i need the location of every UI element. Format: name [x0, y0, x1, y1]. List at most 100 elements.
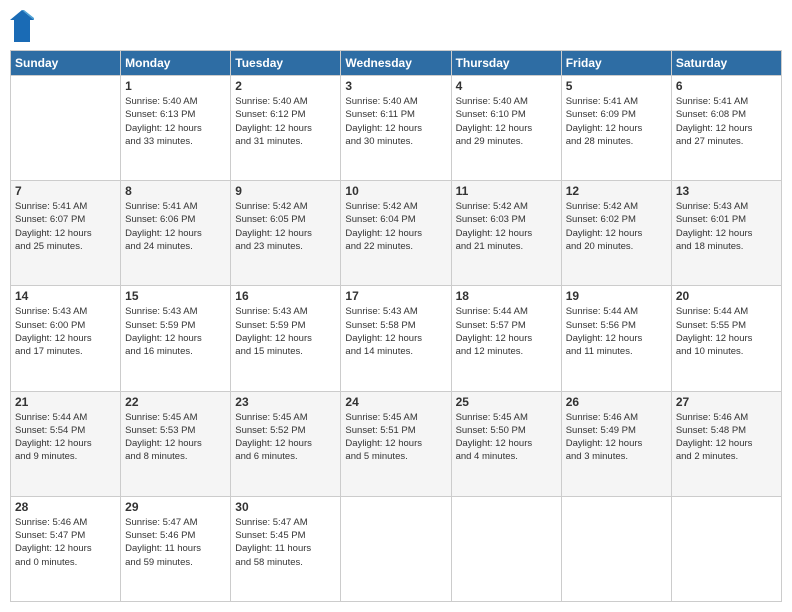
- day-number: 15: [125, 289, 226, 303]
- calendar-cell: 5 Sunrise: 5:41 AM Sunset: 6:09 PM Daylig…: [561, 76, 671, 181]
- calendar-cell: 23 Sunrise: 5:45 AM Sunset: 5:52 PM Dayli…: [231, 391, 341, 496]
- calendar-cell: 7 Sunrise: 5:41 AM Sunset: 6:07 PM Daylig…: [11, 181, 121, 286]
- day-info: Sunrise: 5:46 AM Sunset: 5:48 PM Dayligh…: [676, 411, 777, 464]
- page-header: [10, 10, 782, 42]
- calendar-cell: 28 Sunrise: 5:46 AM Sunset: 5:47 PM Dayli…: [11, 496, 121, 601]
- weekday-header-monday: Monday: [121, 51, 231, 76]
- day-number: 12: [566, 184, 667, 198]
- calendar-cell: 1 Sunrise: 5:40 AM Sunset: 6:13 PM Daylig…: [121, 76, 231, 181]
- day-info: Sunrise: 5:41 AM Sunset: 6:08 PM Dayligh…: [676, 95, 777, 148]
- day-info: Sunrise: 5:42 AM Sunset: 6:05 PM Dayligh…: [235, 200, 336, 253]
- calendar-cell: 13 Sunrise: 5:43 AM Sunset: 6:01 PM Dayli…: [671, 181, 781, 286]
- calendar-cell: 10 Sunrise: 5:42 AM Sunset: 6:04 PM Dayli…: [341, 181, 451, 286]
- calendar-cell: 6 Sunrise: 5:41 AM Sunset: 6:08 PM Daylig…: [671, 76, 781, 181]
- calendar-cell: [341, 496, 451, 601]
- day-number: 6: [676, 79, 777, 93]
- day-number: 20: [676, 289, 777, 303]
- day-info: Sunrise: 5:43 AM Sunset: 6:01 PM Dayligh…: [676, 200, 777, 253]
- day-number: 1: [125, 79, 226, 93]
- calendar-cell: 29 Sunrise: 5:47 AM Sunset: 5:46 PM Dayli…: [121, 496, 231, 601]
- weekday-header-friday: Friday: [561, 51, 671, 76]
- calendar-cell: 20 Sunrise: 5:44 AM Sunset: 5:55 PM Dayli…: [671, 286, 781, 391]
- calendar-cell: 14Sunrise: 5:43 AM Sunset: 6:00 PM Dayli…: [11, 286, 121, 391]
- calendar-cell: 16 Sunrise: 5:43 AM Sunset: 5:59 PM Dayli…: [231, 286, 341, 391]
- calendar-cell: [561, 496, 671, 601]
- day-info: Sunrise: 5:40 AM Sunset: 6:13 PM Dayligh…: [125, 95, 226, 148]
- day-number: 7: [15, 184, 116, 198]
- calendar-week-3: 14Sunrise: 5:43 AM Sunset: 6:00 PM Dayli…: [11, 286, 782, 391]
- day-info: Sunrise: 5:42 AM Sunset: 6:04 PM Dayligh…: [345, 200, 446, 253]
- calendar-cell: [11, 76, 121, 181]
- day-info: Sunrise: 5:44 AM Sunset: 5:55 PM Dayligh…: [676, 305, 777, 358]
- calendar-cell: 26 Sunrise: 5:46 AM Sunset: 5:49 PM Dayli…: [561, 391, 671, 496]
- day-info: Sunrise: 5:45 AM Sunset: 5:53 PM Dayligh…: [125, 411, 226, 464]
- weekday-header-row: SundayMondayTuesdayWednesdayThursdayFrid…: [11, 51, 782, 76]
- calendar-cell: 25Sunrise: 5:45 AM Sunset: 5:50 PM Dayli…: [451, 391, 561, 496]
- weekday-header-wednesday: Wednesday: [341, 51, 451, 76]
- day-info: Sunrise: 5:47 AM Sunset: 5:46 PM Dayligh…: [125, 516, 226, 569]
- day-number: 11: [456, 184, 557, 198]
- logo: [10, 10, 34, 42]
- calendar-table: SundayMondayTuesdayWednesdayThursdayFrid…: [10, 50, 782, 602]
- calendar-cell: 12Sunrise: 5:42 AM Sunset: 6:02 PM Dayli…: [561, 181, 671, 286]
- calendar-cell: 8 Sunrise: 5:41 AM Sunset: 6:06 PM Daylig…: [121, 181, 231, 286]
- calendar-cell: [671, 496, 781, 601]
- day-info: Sunrise: 5:43 AM Sunset: 5:59 PM Dayligh…: [125, 305, 226, 358]
- weekday-header-saturday: Saturday: [671, 51, 781, 76]
- calendar-week-2: 7 Sunrise: 5:41 AM Sunset: 6:07 PM Daylig…: [11, 181, 782, 286]
- day-info: Sunrise: 5:43 AM Sunset: 5:58 PM Dayligh…: [345, 305, 446, 358]
- weekday-header-sunday: Sunday: [11, 51, 121, 76]
- day-info: Sunrise: 5:44 AM Sunset: 5:56 PM Dayligh…: [566, 305, 667, 358]
- calendar-cell: 4 Sunrise: 5:40 AM Sunset: 6:10 PM Daylig…: [451, 76, 561, 181]
- day-info: Sunrise: 5:46 AM Sunset: 5:49 PM Dayligh…: [566, 411, 667, 464]
- day-number: 4: [456, 79, 557, 93]
- day-info: Sunrise: 5:40 AM Sunset: 6:10 PM Dayligh…: [456, 95, 557, 148]
- day-number: 13: [676, 184, 777, 198]
- calendar-cell: 24 Sunrise: 5:45 AM Sunset: 5:51 PM Dayli…: [341, 391, 451, 496]
- day-info: Sunrise: 5:44 AM Sunset: 5:54 PM Dayligh…: [15, 411, 116, 464]
- day-number: 28: [15, 500, 116, 514]
- calendar-week-1: 1 Sunrise: 5:40 AM Sunset: 6:13 PM Daylig…: [11, 76, 782, 181]
- day-number: 10: [345, 184, 446, 198]
- day-number: 30: [235, 500, 336, 514]
- calendar-cell: 9Sunrise: 5:42 AM Sunset: 6:05 PM Daylig…: [231, 181, 341, 286]
- day-info: Sunrise: 5:45 AM Sunset: 5:52 PM Dayligh…: [235, 411, 336, 464]
- day-number: 25: [456, 395, 557, 409]
- day-info: Sunrise: 5:43 AM Sunset: 5:59 PM Dayligh…: [235, 305, 336, 358]
- logo-icon: [10, 10, 34, 42]
- day-info: Sunrise: 5:41 AM Sunset: 6:09 PM Dayligh…: [566, 95, 667, 148]
- day-info: Sunrise: 5:41 AM Sunset: 6:06 PM Dayligh…: [125, 200, 226, 253]
- weekday-header-tuesday: Tuesday: [231, 51, 341, 76]
- day-number: 3: [345, 79, 446, 93]
- calendar-cell: 17Sunrise: 5:43 AM Sunset: 5:58 PM Dayli…: [341, 286, 451, 391]
- calendar-cell: [451, 496, 561, 601]
- day-info: Sunrise: 5:42 AM Sunset: 6:03 PM Dayligh…: [456, 200, 557, 253]
- day-number: 19: [566, 289, 667, 303]
- day-number: 26: [566, 395, 667, 409]
- calendar-cell: 15 Sunrise: 5:43 AM Sunset: 5:59 PM Dayli…: [121, 286, 231, 391]
- day-info: Sunrise: 5:45 AM Sunset: 5:51 PM Dayligh…: [345, 411, 446, 464]
- day-number: 23: [235, 395, 336, 409]
- calendar-cell: 2 Sunrise: 5:40 AM Sunset: 6:12 PM Daylig…: [231, 76, 341, 181]
- calendar-cell: 27 Sunrise: 5:46 AM Sunset: 5:48 PM Dayli…: [671, 391, 781, 496]
- day-number: 16: [235, 289, 336, 303]
- calendar-week-4: 21 Sunrise: 5:44 AM Sunset: 5:54 PM Dayli…: [11, 391, 782, 496]
- day-number: 5: [566, 79, 667, 93]
- day-info: Sunrise: 5:44 AM Sunset: 5:57 PM Dayligh…: [456, 305, 557, 358]
- day-number: 8: [125, 184, 226, 198]
- day-info: Sunrise: 5:46 AM Sunset: 5:47 PM Dayligh…: [15, 516, 116, 569]
- day-number: 21: [15, 395, 116, 409]
- day-info: Sunrise: 5:41 AM Sunset: 6:07 PM Dayligh…: [15, 200, 116, 253]
- calendar-cell: 21 Sunrise: 5:44 AM Sunset: 5:54 PM Dayli…: [11, 391, 121, 496]
- calendar-cell: 18 Sunrise: 5:44 AM Sunset: 5:57 PM Dayli…: [451, 286, 561, 391]
- day-number: 18: [456, 289, 557, 303]
- calendar-cell: 19 Sunrise: 5:44 AM Sunset: 5:56 PM Dayli…: [561, 286, 671, 391]
- day-number: 24: [345, 395, 446, 409]
- day-info: Sunrise: 5:47 AM Sunset: 5:45 PM Dayligh…: [235, 516, 336, 569]
- calendar-cell: 22Sunrise: 5:45 AM Sunset: 5:53 PM Dayli…: [121, 391, 231, 496]
- weekday-header-thursday: Thursday: [451, 51, 561, 76]
- day-number: 2: [235, 79, 336, 93]
- day-number: 27: [676, 395, 777, 409]
- day-info: Sunrise: 5:40 AM Sunset: 6:12 PM Dayligh…: [235, 95, 336, 148]
- day-number: 29: [125, 500, 226, 514]
